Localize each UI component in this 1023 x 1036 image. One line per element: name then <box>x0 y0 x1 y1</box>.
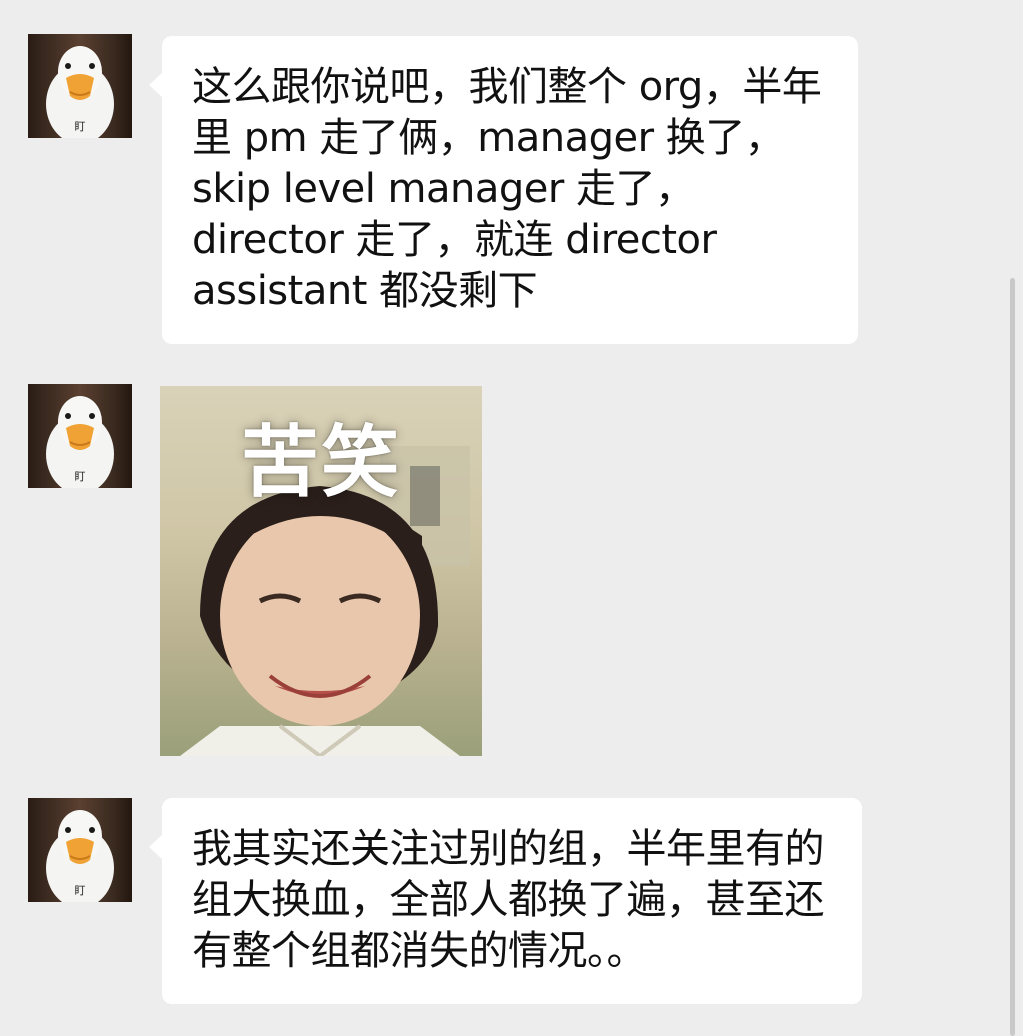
sender-avatar[interactable]: 盯 <box>28 384 132 488</box>
sticker-image[interactable]: 苦笑 <box>160 386 482 756</box>
scrollbar[interactable] <box>1010 278 1015 1036</box>
avatar-label: 盯 <box>74 120 86 133</box>
message-bubble[interactable]: 我其实还关注过别的组，半年里有的组大换血，全部人都换了遍，甚至还有整个组都消失的… <box>149 798 862 1004</box>
sender-avatar[interactable]: 盯 <box>28 34 132 138</box>
message-text: 这么跟你说吧，我们整个 org，半年里 pm 走了俩，manager 换了，sk… <box>192 64 822 314</box>
sticker-caption: 苦笑 <box>240 418 401 508</box>
chat-log[interactable]: 盯 这么跟你说吧，我们整个 org，半年里 pm 走了俩，manager 换了，… <box>0 0 1023 1036</box>
avatar-label: 盯 <box>74 470 86 483</box>
message-text: 我其实还关注过别的组，半年里有的组大换血，全部人都换了遍，甚至还有整个组都消失的… <box>192 826 825 974</box>
message-bubble[interactable]: 这么跟你说吧，我们整个 org，半年里 pm 走了俩，manager 换了，sk… <box>149 36 858 344</box>
avatar-label: 盯 <box>74 884 86 897</box>
sender-avatar[interactable]: 盯 <box>28 798 132 902</box>
